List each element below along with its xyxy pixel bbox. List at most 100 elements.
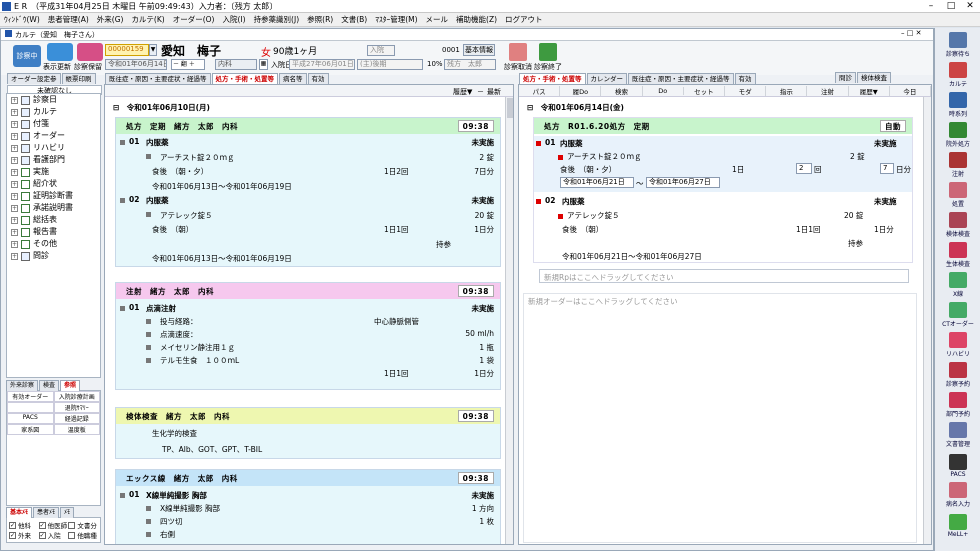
dept-button[interactable]: ▦ xyxy=(259,59,268,70)
ref-temperature[interactable]: 温度板 xyxy=(53,424,100,435)
tab-outpatient[interactable]: 外来診察 xyxy=(6,379,39,391)
tab-memo[interactable]: ﾒﾓ xyxy=(60,506,75,518)
rp01-start-date[interactable]: 令和01年06月21日 xyxy=(560,177,634,188)
expand-icon[interactable]: + xyxy=(11,204,18,212)
hold-icon[interactable] xyxy=(77,43,103,61)
xray-card[interactable]: エックス線 緒方 太郎 内科 09:38 01 X線単純撮影 胸部 未実施 X線単純撮影… xyxy=(115,469,501,544)
rp01-block[interactable]: 01 内服薬 未実施 アーチスト錠２０ｍｇ 2 錠 食後 （朝・夕） 1日 2 … xyxy=(534,136,912,192)
prev-button[interactable]: － xyxy=(477,87,484,97)
tab-prescription[interactable]: 処方・手術・処置等 xyxy=(211,73,278,84)
right-toolbar-button[interactable]: セット xyxy=(684,85,726,96)
right-toolbar-button[interactable]: 指示 xyxy=(766,85,808,96)
tab-interview[interactable]: 問診 xyxy=(835,72,856,83)
admission-date-field[interactable]: 平成27年06月01日 xyxy=(289,59,355,70)
right-collapse-icon[interactable]: ⊟ xyxy=(527,103,533,112)
date-nav-buttons[interactable]: － 翻 ＋ xyxy=(171,59,205,70)
new-order-drop-zone[interactable]: 新規オーダーはここへドラッグしてください xyxy=(523,293,917,543)
function-button[interactable]: 病名入力 xyxy=(938,478,978,508)
tree-node[interactable]: + 付箋 xyxy=(7,118,100,130)
expand-icon[interactable]: + xyxy=(11,192,18,200)
tab-exam[interactable]: 検査 xyxy=(39,379,60,391)
function-button[interactable]: 時系列 xyxy=(938,88,978,118)
menu-item[interactable]: メール xyxy=(426,14,449,25)
tab-right-valid[interactable]: 有効 xyxy=(734,73,756,84)
tree-node[interactable]: + カルテ xyxy=(7,106,100,118)
checkbox-icon[interactable] xyxy=(68,521,76,529)
right-toolbar-button[interactable]: Do xyxy=(643,86,684,95)
ref-valid-orders[interactable]: 有効オーダー xyxy=(7,391,54,402)
expand-icon[interactable]: + xyxy=(11,228,18,236)
function-button[interactable]: 処置 xyxy=(938,178,978,208)
function-button[interactable]: リハビリ xyxy=(938,328,978,358)
tab-right-history[interactable]: 既往症・原因・主要症状・経過等 xyxy=(628,73,734,84)
checkbox-icon[interactable]: ✓ xyxy=(38,531,46,539)
function-button[interactable]: PACS xyxy=(938,448,978,478)
hold-button-label[interactable]: 診察保留 xyxy=(74,62,102,72)
collapse-icon[interactable]: ⊟ xyxy=(113,103,119,112)
tab-specimen[interactable]: 検体検査 xyxy=(857,72,891,83)
tree-node[interactable]: + その他 xyxy=(7,238,100,250)
auto-button[interactable]: 自動 xyxy=(880,120,906,132)
right-toolbar-button[interactable]: 履Do xyxy=(560,85,602,96)
expand-icon[interactable]: + xyxy=(11,240,18,248)
consult-status-button[interactable]: 診察中 xyxy=(13,45,41,67)
patient-id-dropdown-icon[interactable]: ▼ xyxy=(149,44,157,56)
menu-item[interactable]: 患者管理(A) xyxy=(48,14,89,25)
expand-icon[interactable]: + xyxy=(11,216,18,224)
function-button[interactable]: X線 xyxy=(938,268,978,298)
expand-icon[interactable]: + xyxy=(11,132,18,140)
menu-item[interactable]: 補助機能(Z) xyxy=(456,14,497,25)
checkbox-icon[interactable]: ✓ xyxy=(38,521,46,529)
patient-id-field[interactable]: 00000159 xyxy=(105,44,149,56)
maximize-icon[interactable]: □ xyxy=(942,0,960,12)
right-toolbar-button[interactable]: パス xyxy=(519,85,561,96)
right-scrollbar[interactable] xyxy=(923,97,931,544)
end-consult-label[interactable]: 診察終了 xyxy=(534,62,562,72)
function-button[interactable]: 文書管理 xyxy=(938,418,978,448)
latest-button[interactable]: 最新 xyxy=(487,87,501,97)
prescription-card[interactable]: 処方 定期 緒方 太郎 内科 09:38 01 内服薬 未実施 アーチスト錠２０ｍｇ 2 … xyxy=(115,117,501,267)
tree-node[interactable]: + オーダー xyxy=(7,130,100,142)
tree-node[interactable]: + 証明診断書 xyxy=(7,190,100,202)
cancel-consult-label[interactable]: 診察取消 xyxy=(504,62,532,72)
filter-check[interactable]: ✓ 外来 xyxy=(9,530,39,540)
tab-history[interactable]: 既往症・原因・主要症状・経過等 xyxy=(105,73,211,84)
filter-check[interactable]: 他職種 xyxy=(68,530,98,540)
tree-node[interactable]: + 問診 xyxy=(7,250,100,262)
tab-calendar[interactable]: カレンダー xyxy=(586,73,627,84)
filter-check[interactable]: ✓ 入院 xyxy=(38,530,69,540)
tree-node[interactable]: + 看護部門 xyxy=(7,154,100,166)
rp01-times-field[interactable]: 2 xyxy=(796,163,812,174)
function-button[interactable]: 生体検査 xyxy=(938,238,978,268)
right-toolbar-button[interactable]: 今日 xyxy=(890,85,931,96)
end-consult-icon[interactable] xyxy=(539,43,557,61)
expand-icon[interactable]: + xyxy=(11,108,18,116)
menu-item[interactable]: 入院(I) xyxy=(222,14,245,25)
right-toolbar-button[interactable]: 履歴▼ xyxy=(849,85,890,96)
doctor-field[interactable]: 残方 太郎 xyxy=(444,59,496,70)
injection-card[interactable]: 注射 緒方 太郎 内科 09:38 01 点滴注射 未実施 投与経路： 中心静脈側管 点滴速… xyxy=(115,282,501,390)
mid-scrollbar[interactable] xyxy=(505,97,513,544)
filter-check[interactable]: ✓ 他医師 xyxy=(38,520,69,530)
tree-node[interactable]: + 実施 xyxy=(7,166,100,178)
ref-pacs[interactable]: PACS xyxy=(7,413,54,424)
tree-node[interactable]: + 承諾説明書 xyxy=(7,202,100,214)
menu-item[interactable]: ﾏｽﾀｰ管理(M) xyxy=(375,14,417,25)
refresh-button-label[interactable]: 表示更新 xyxy=(43,62,71,72)
expand-icon[interactable]: + xyxy=(11,168,18,176)
right-toolbar-button[interactable]: 検索 xyxy=(601,85,643,96)
filter-check[interactable]: ✓ 他科 xyxy=(9,520,39,530)
minimize-icon[interactable]: – xyxy=(922,0,940,12)
menu-item[interactable]: ｳｨﾝﾄﾞｳ(W) xyxy=(4,14,40,25)
department-combo[interactable]: 内科 xyxy=(215,59,257,70)
ref-discharge-summary[interactable]: 退院ｻﾏﾘｰ xyxy=(53,402,100,413)
tab-print[interactable]: 帳票印刷 xyxy=(61,73,96,84)
checkbox-icon[interactable]: ✓ xyxy=(9,531,16,539)
tree-node[interactable]: + 診察日 xyxy=(7,94,100,106)
tab-valid[interactable]: 有効 xyxy=(307,73,329,84)
right-toolbar-button[interactable]: モダ xyxy=(725,85,767,96)
menu-item[interactable]: 外来(G) xyxy=(97,14,124,25)
tab-disease[interactable]: 病名等 xyxy=(279,73,307,84)
rp01-end-date[interactable]: 令和01年06月27日 xyxy=(646,177,720,188)
expand-icon[interactable]: + xyxy=(11,96,18,104)
